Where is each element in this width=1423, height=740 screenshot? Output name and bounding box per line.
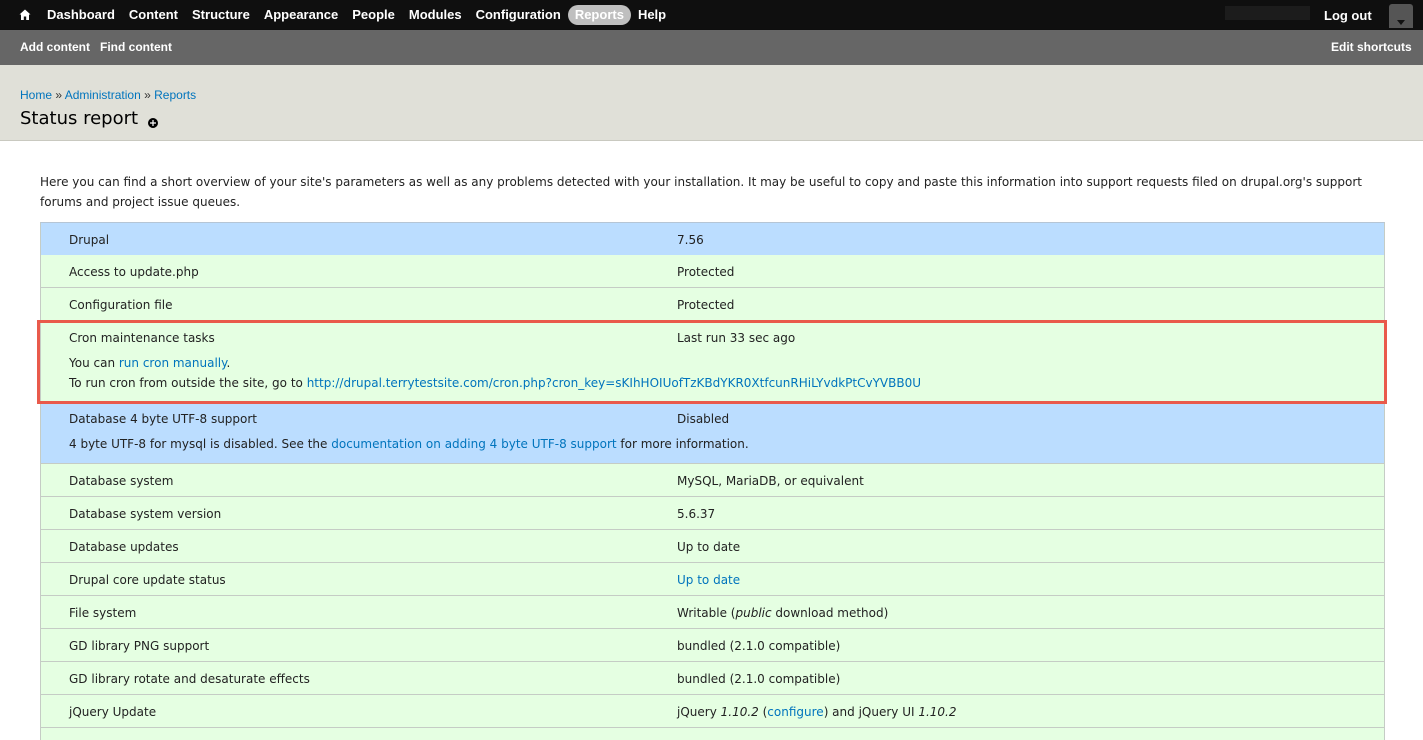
utf8-desc-text: for more information. [616,437,749,451]
username-redacted[interactable] [1225,6,1310,20]
status-row: Drupal 7.56 [40,222,1385,256]
breadcrumb-home[interactable]: Home [20,88,52,102]
status-value: Disabled [677,412,730,426]
toolbar-item-content[interactable]: Content [122,5,185,25]
add-shortcut-icon[interactable] [148,118,158,128]
home-icon[interactable] [10,0,40,30]
status-row: Drupal core update status Up to date [40,563,1385,596]
status-title: Drupal [69,233,110,247]
admin-toolbar: Dashboard Content Structure Appearance P… [0,0,1423,30]
status-row: GD library rotate and desaturate effects… [40,662,1385,695]
edit-shortcuts-link[interactable]: Edit shortcuts [1331,40,1412,54]
status-title: Database system version [69,507,222,521]
status-title: File system [69,606,137,620]
value-part: download method) [771,606,889,620]
shortcuts-bar: Add content Find content Edit shortcuts [0,30,1423,65]
status-value: 7.56 [677,233,704,247]
value-part: jQuery [677,705,721,719]
cron-description-1: You can run cron manually. [69,356,230,370]
status-title: Drupal core update status [69,573,226,587]
page-header: Home » Administration » Reports Status r… [0,65,1423,141]
status-value: Last run 33 sec ago [677,331,796,345]
value-part: ) and jQuery UI [823,705,919,719]
status-title: GD library rotate and desaturate effects [69,672,310,686]
status-title: Access to update.php [69,265,199,279]
shortcut-find-content[interactable]: Find content [100,40,172,54]
status-value: Up to date [677,540,741,554]
toolbar-item-people[interactable]: People [345,5,402,25]
page-title: Status report [20,108,139,129]
toolbar-item-help[interactable]: Help [631,5,673,25]
utf8-desc-text: 4 byte UTF-8 for mysql is disabled. See … [69,437,332,451]
chevron-down-icon [1397,20,1405,25]
toolbar-item-structure[interactable]: Structure [185,5,257,25]
utf8-description: 4 byte UTF-8 for mysql is disabled. See … [69,437,749,451]
status-row: Database system MySQL, MariaDB, or equiv… [40,464,1385,497]
status-row [40,728,1385,740]
status-row-cron: Cron maintenance tasks Last run 33 sec a… [40,321,1385,402]
value-part: Writable ( [677,606,736,620]
status-value: Writable (public download method) [677,606,888,620]
toolbar-item-configuration[interactable]: Configuration [469,5,568,25]
status-title: Database 4 byte UTF-8 support [69,412,258,426]
cron-desc-text: You can [69,356,119,370]
toolbar-toggle-button[interactable] [1389,4,1413,28]
value-part: 1.10.2 [918,705,957,719]
status-row: Access to update.php Protected [40,255,1385,288]
cron-desc-text: . [226,356,231,370]
cron-desc-text: To run cron from outside the site, go to [69,376,307,390]
jquery-configure-link[interactable]: configure [767,705,823,719]
run-cron-link[interactable]: run cron manually [119,356,227,370]
utf8-documentation-link[interactable]: documentation on adding 4 byte UTF-8 sup… [331,437,616,451]
cron-url-link[interactable]: http://drupal.terrytestsite.com/cron.php… [307,376,921,390]
toolbar-item-dashboard[interactable]: Dashboard [40,5,122,25]
status-value: Protected [677,265,735,279]
update-status-link[interactable]: Up to date [677,573,740,587]
status-row: Configuration file Protected [40,288,1385,321]
breadcrumb-administration[interactable]: Administration [65,88,141,102]
status-title: jQuery Update [69,705,157,719]
intro-text: Here you can find a short overview of yo… [40,175,1362,209]
logout-link[interactable]: Log out [1324,8,1372,23]
toolbar-menu: Dashboard Content Structure Appearance P… [10,0,673,30]
status-title: Database system [69,474,174,488]
status-value: MySQL, MariaDB, or equivalent [677,474,864,488]
status-value: bundled (2.1.0 compatible) [677,639,841,653]
status-title: Configuration file [69,298,173,312]
status-title: GD library PNG support [69,639,210,653]
status-value: Protected [677,298,735,312]
status-value: bundled (2.1.0 compatible) [677,672,841,686]
shortcut-add-content[interactable]: Add content [20,40,90,54]
value-part: public [735,606,772,620]
status-row: GD library PNG support bundled (2.1.0 co… [40,629,1385,662]
status-row: Database updates Up to date [40,530,1385,563]
status-row-utf8: Database 4 byte UTF-8 support Disabled 4… [40,402,1385,464]
cron-description-2: To run cron from outside the site, go to… [69,376,921,390]
status-title: Cron maintenance tasks [69,331,215,345]
breadcrumb-separator: » [55,88,63,102]
status-row: Database system version 5.6.37 [40,497,1385,530]
toolbar-item-modules[interactable]: Modules [402,5,469,25]
toolbar-item-appearance[interactable]: Appearance [257,5,345,25]
breadcrumb-separator: » [144,88,151,102]
breadcrumb-reports[interactable]: Reports [154,88,196,102]
status-value: jQuery 1.10.2 (configure) and jQuery UI … [677,705,957,719]
status-row: jQuery Update jQuery 1.10.2 (configure) … [40,695,1385,728]
breadcrumb: Home » Administration » Reports [20,88,196,102]
value-part: 1.10.2 [720,705,759,719]
status-title: Database updates [69,540,179,554]
status-row: File system Writable (public download me… [40,596,1385,629]
status-value: 5.6.37 [677,507,716,521]
toolbar-item-reports[interactable]: Reports [567,5,631,25]
